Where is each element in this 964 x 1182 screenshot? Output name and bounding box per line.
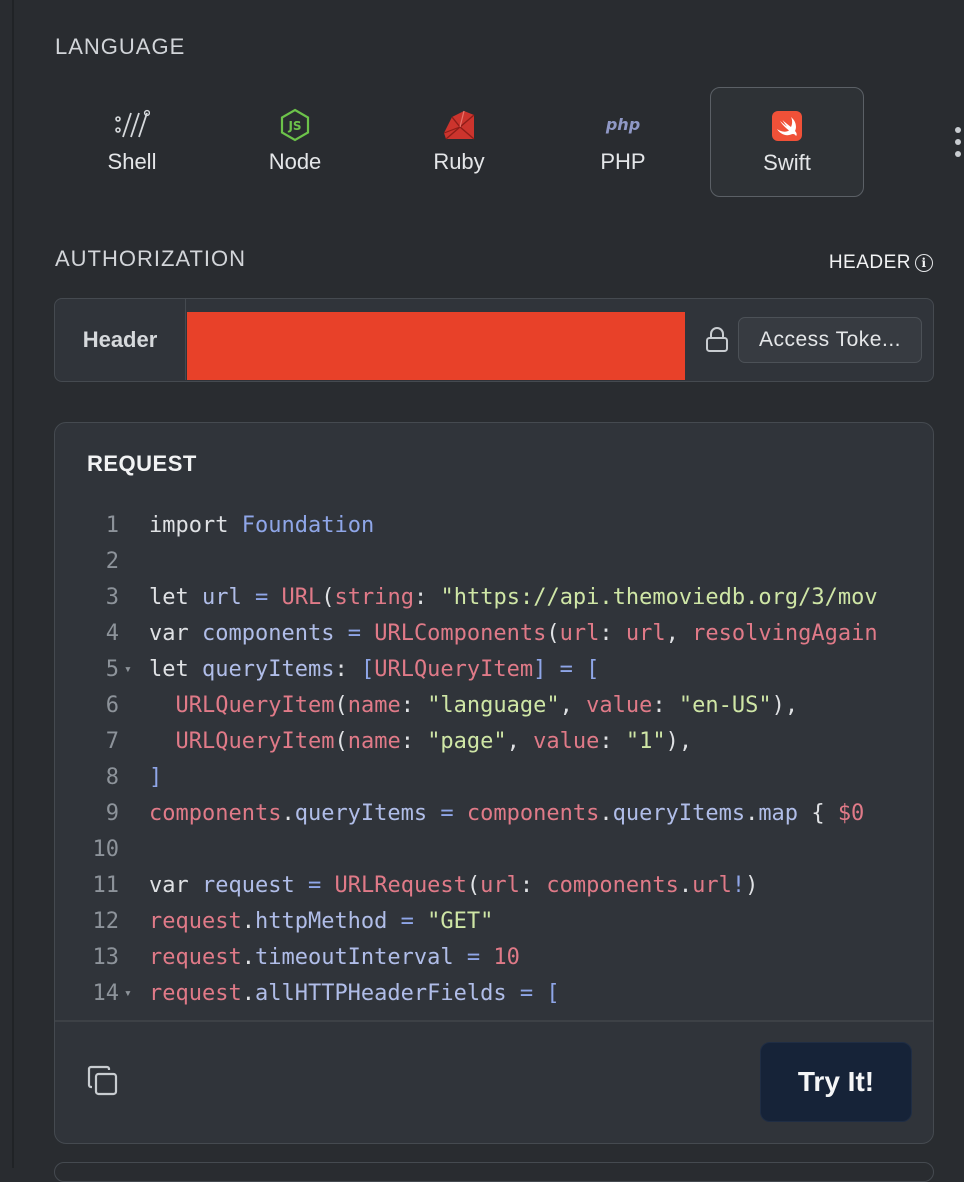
language-option-swift[interactable]: Swift [710, 87, 864, 197]
shell-icon [115, 109, 150, 138]
code-line: 12 request.httpMethod = "GET" [55, 904, 933, 940]
php-icon: php [605, 115, 640, 134]
lock-icon [706, 327, 728, 352]
code-line: 8] [55, 760, 933, 796]
code-line: 5 ▾ let queryItems: [URLQueryItem] = [ [55, 652, 933, 688]
line-number: 6 [105, 693, 119, 718]
code-text: var components = URLComponents(url: url,… [149, 621, 878, 646]
line-number: 5 [105, 657, 119, 682]
access-token-button[interactable]: Access Toke... [738, 317, 922, 363]
language-option-ruby[interactable]: Ruby [382, 87, 536, 197]
language-name: Shell [107, 149, 157, 174]
info-icon[interactable]: i [915, 254, 933, 272]
code-text: var request = URLRequest(url: components… [149, 873, 759, 898]
more-languages-button[interactable] [943, 127, 964, 157]
language-section-label: LANGUAGE [55, 34, 186, 59]
language-selector: Shell JS Node Ruby php PHP Swift [55, 87, 961, 197]
next-panel [54, 1162, 934, 1182]
line-number: 9 [105, 801, 119, 826]
code-line: 7 URLQueryItem(name: "page", value: "1")… [55, 724, 933, 760]
request-title: REQUEST [87, 451, 197, 476]
line-number: 10 [92, 837, 120, 862]
code-line: 4 var components = URLComponents(url: url… [55, 616, 933, 652]
header-hint[interactable]: HEADER i [829, 252, 933, 274]
code-line: 9 components.queryItems = components.quer… [55, 796, 933, 832]
divider [55, 1020, 933, 1022]
try-it-button[interactable]: Try It! [760, 1042, 912, 1122]
fold-toggle-icon[interactable]: ▾ [119, 976, 149, 1012]
line-number: 1 [105, 513, 119, 538]
nodejs-icon: JS [280, 108, 310, 142]
code-line: 14 ▾ request.allHTTPHeaderFields = [ [55, 976, 933, 1012]
authorization-section-label: AUTHORIZATION [55, 246, 247, 271]
line-number: 14 [92, 981, 120, 1006]
line-number: 2 [105, 549, 119, 574]
code-text: components.queryItems = components.query… [149, 801, 865, 826]
code-text: let url = URL(string: "https://api.themo… [149, 585, 878, 610]
code-editor[interactable]: 1 import Foundation 2 3 let url = URL(string… [55, 506, 933, 1020]
line-number: 7 [105, 729, 119, 754]
code-text: request.allHTTPHeaderFields = [ [149, 981, 560, 1006]
ruby-icon [443, 110, 475, 140]
more-dots-icon [955, 127, 961, 133]
code-line: 6 URLQueryItem(name: "language", value: … [55, 688, 933, 724]
auth-key-label: Header [55, 299, 186, 380]
fold-toggle-icon[interactable]: ▾ [119, 652, 149, 688]
line-number: 12 [92, 909, 120, 934]
code-text: let queryItems: [URLQueryItem] = [ [149, 657, 600, 682]
auth-value-input-redacted[interactable] [187, 312, 685, 380]
line-number: 11 [92, 873, 120, 898]
code-line: 10 [55, 832, 933, 868]
svg-text:JS: JS [287, 119, 301, 133]
request-panel: REQUEST 1 import Foundation 2 3 let url = UR… [54, 422, 934, 1144]
code-text: request.timeoutInterval = 10 [149, 945, 520, 970]
line-number: 4 [105, 621, 119, 646]
code-text: ] [149, 765, 163, 790]
code-line: 13 request.timeoutInterval = 10 [55, 940, 933, 976]
line-number: 3 [105, 585, 119, 610]
language-name: Swift [763, 150, 811, 175]
authorization-field: Header Access Toke... [54, 298, 934, 382]
code-text: URLQueryItem(name: "language", value: "e… [175, 693, 799, 718]
language-name: Ruby [433, 149, 485, 174]
language-option-node[interactable]: JS Node [218, 87, 372, 197]
language-option-php[interactable]: php PHP [546, 87, 700, 197]
copy-icon[interactable] [87, 1065, 119, 1097]
language-option-shell[interactable]: Shell [55, 87, 209, 197]
code-line: 1 import Foundation [55, 508, 933, 544]
header-hint-label: HEADER [828, 252, 911, 273]
svg-text:php: php [605, 115, 640, 134]
line-number: 8 [105, 765, 119, 790]
code-line: 3 let url = URL(string: "https://api.them… [55, 580, 933, 616]
code-text: URLQueryItem(name: "page", value: "1"), [175, 729, 693, 754]
language-name: Node [268, 149, 322, 174]
code-text: import Foundation [149, 513, 375, 538]
line-number: 13 [92, 945, 120, 970]
sidebar-divider [12, 0, 14, 1168]
language-name: PHP [600, 149, 646, 174]
code-line: 2 [55, 544, 933, 580]
swift-icon [772, 111, 802, 141]
code-text: request.httpMethod = "GET" [149, 909, 494, 934]
code-line: 11 var request = URLRequest(url: componen… [55, 868, 933, 904]
